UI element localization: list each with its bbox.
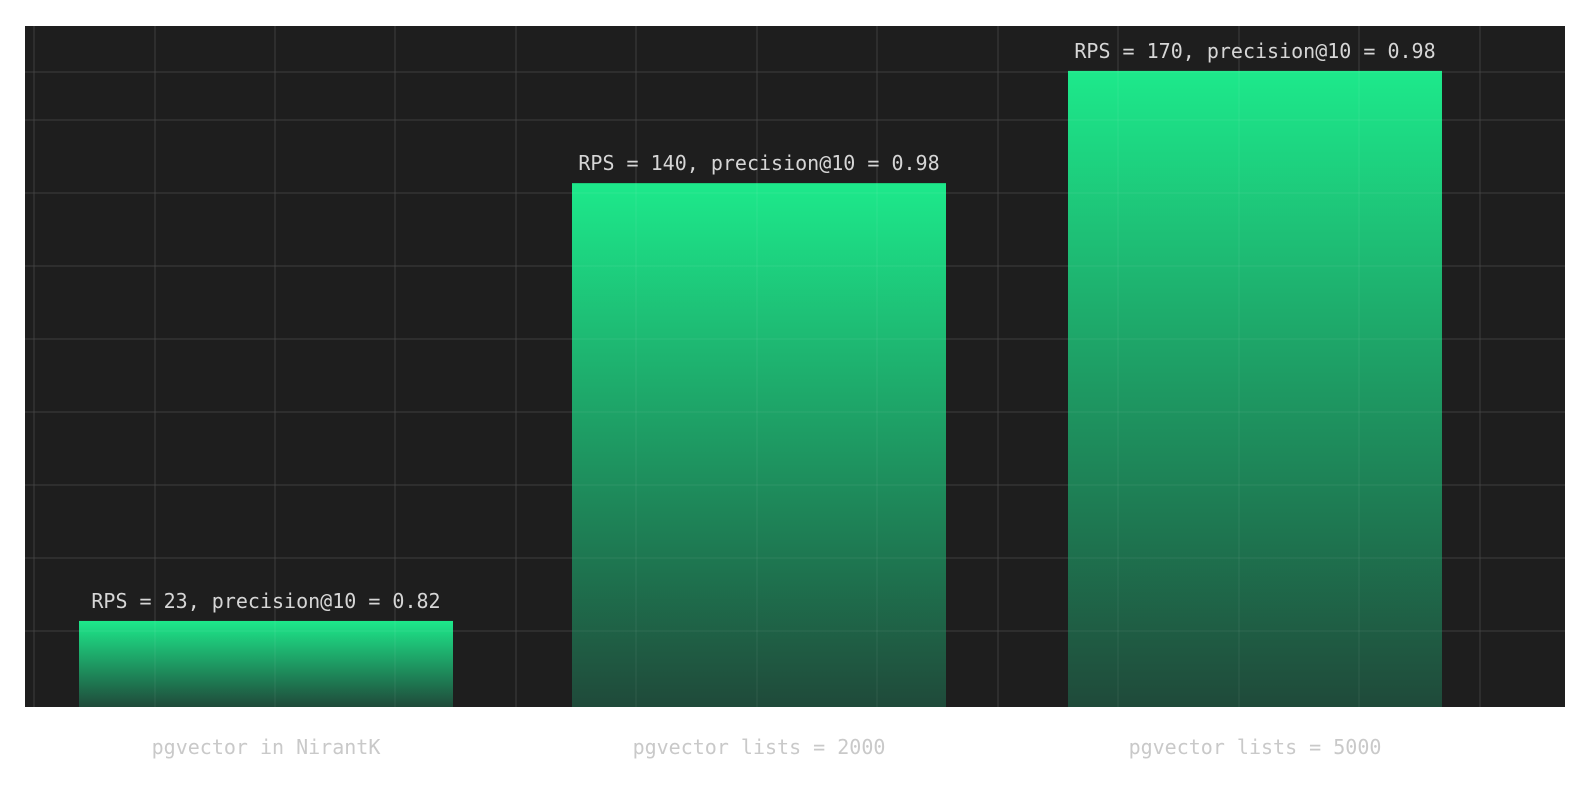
bar-2 xyxy=(572,183,946,708)
x-tick-label: pgvector lists = 2000 xyxy=(633,735,886,759)
bar-chart: RPS = 23, precision@10 = 0.82 RPS = 140, … xyxy=(25,26,1565,759)
x-tick-label: pgvector lists = 5000 xyxy=(1129,735,1382,759)
x-tick-label: pgvector in NirantK xyxy=(152,735,381,759)
bar-1 xyxy=(79,620,453,707)
bar-3 xyxy=(1068,70,1442,707)
category-labels-group: pgvector in NirantK pgvector lists = 2000… xyxy=(152,735,1382,759)
bar-data-label: RPS = 23, precision@10 = 0.82 xyxy=(91,589,440,613)
bar-data-label: RPS = 170, precision@10 = 0.98 xyxy=(1074,39,1435,63)
bar-data-label: RPS = 140, precision@10 = 0.98 xyxy=(578,151,939,175)
